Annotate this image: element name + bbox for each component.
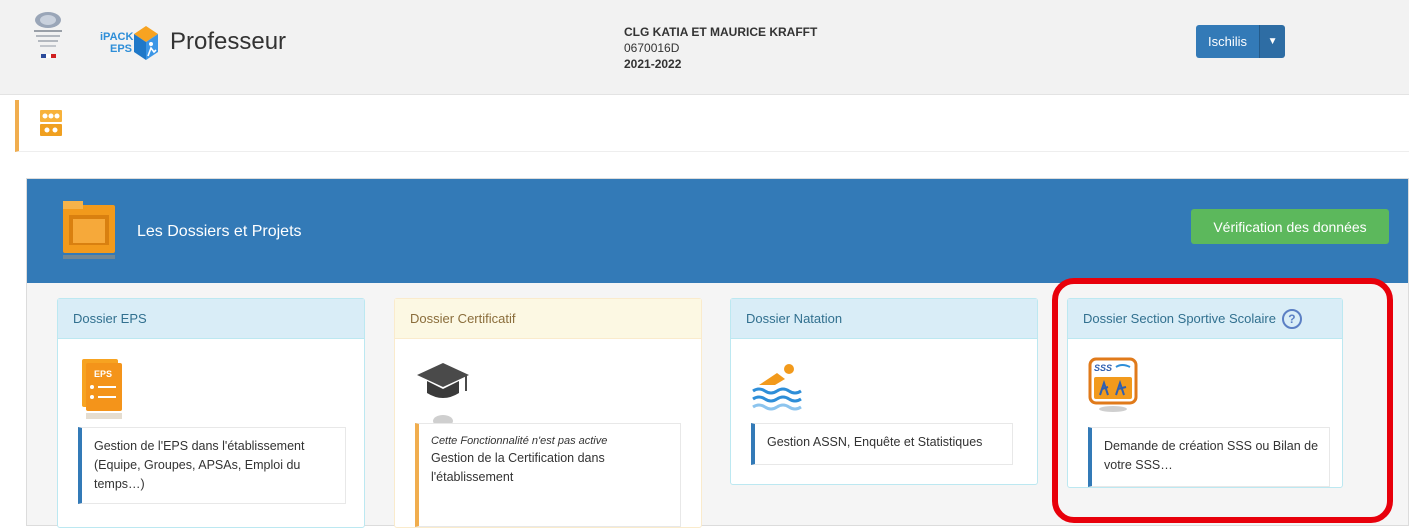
- card-dossier-eps[interactable]: Dossier EPS EPS Gestion de l'EPS dans l'…: [57, 298, 365, 528]
- verify-data-button[interactable]: Vérification des données: [1191, 209, 1389, 244]
- user-name[interactable]: Ischilis: [1196, 25, 1260, 58]
- toolbar-strip: [15, 100, 1409, 152]
- app-title: Professeur: [170, 28, 287, 55]
- card-title[interactable]: Dossier Section Sportive Scolaire: [1083, 299, 1276, 339]
- ipack-eps-logo: iPACK EPS: [100, 26, 158, 60]
- svg-text:SSS: SSS: [1094, 363, 1112, 373]
- panel-header: Les Dossiers et Projets Vérification des…: [27, 179, 1408, 283]
- school-name: CLG KATIA ET MAURICE KRAFFT: [624, 25, 818, 39]
- card-dossier-natation[interactable]: Dossier Natation Gestion ASSN, Enquête e…: [730, 298, 1038, 485]
- card-title[interactable]: Dossier Certificatif: [395, 299, 701, 339]
- card-description: Gestion ASSN, Enquête et Statistiques: [751, 423, 1013, 465]
- eps-files-icon: EPS: [82, 359, 122, 419]
- sss-icon: SSS: [1088, 357, 1138, 412]
- user-menu-button[interactable]: Ischilis ▼: [1196, 25, 1286, 58]
- card-title[interactable]: Dossier Natation: [731, 299, 1037, 339]
- app-header: iPACK EPS Professeur CLG KATIA ET MAURIC…: [0, 0, 1409, 95]
- school-year: 2021-2022: [624, 57, 682, 71]
- card-description: Demande de création SSS ou Bilan de votr…: [1088, 427, 1330, 487]
- help-icon[interactable]: ?: [1281, 308, 1302, 329]
- card-title[interactable]: Dossier EPS: [58, 299, 364, 339]
- card-dossier-sss[interactable]: Dossier Section Sportive Scolaire ? SSS …: [1067, 298, 1343, 488]
- folder-icon: [63, 201, 115, 259]
- card-description: Cette Fonctionnalité n'est pas active Ge…: [415, 423, 681, 527]
- people-board-icon[interactable]: [39, 108, 63, 140]
- inactive-note: Cette Fonctionnalité n'est pas active: [431, 435, 608, 447]
- panel-title: Les Dossiers et Projets: [137, 223, 302, 240]
- svg-text:iPACK: iPACK: [100, 31, 133, 43]
- caret-down-icon[interactable]: ▼: [1259, 25, 1286, 58]
- school-info: CLG KATIA ET MAURICE KRAFFT 0670016D 202…: [624, 24, 817, 72]
- school-code: 0670016D: [624, 41, 680, 55]
- swimmer-icon: [752, 364, 802, 411]
- dossiers-panel: Les Dossiers et Projets Vérification des…: [26, 178, 1409, 528]
- svg-text:EPS: EPS: [94, 369, 112, 379]
- card-title-row[interactable]: Dossier Section Sportive Scolaire ?: [1068, 299, 1342, 339]
- graduation-cap-icon: [417, 363, 469, 427]
- svg-text:EPS: EPS: [110, 43, 132, 55]
- card-description: Gestion de l'EPS dans l'établissement (E…: [78, 427, 346, 504]
- card-dossier-certificatif[interactable]: Dossier Certificatif Cette Fonctionnalit…: [394, 298, 702, 528]
- ministry-logo-icon: [34, 12, 62, 58]
